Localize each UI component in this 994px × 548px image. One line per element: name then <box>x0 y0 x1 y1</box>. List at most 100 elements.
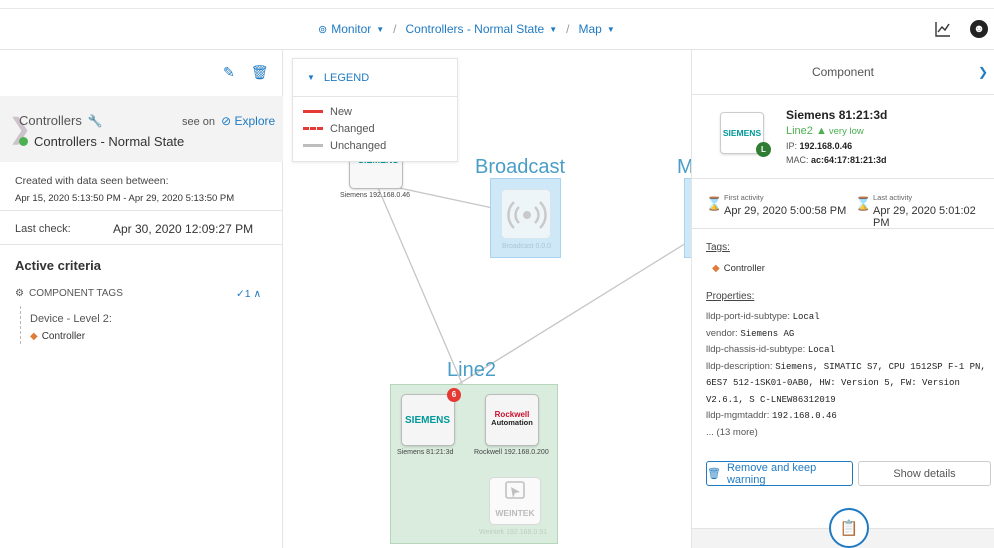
legend-item-new: New <box>293 103 457 120</box>
component-header: Component ❯ <box>692 50 994 95</box>
chart-icon[interactable] <box>934 20 952 38</box>
state-name-label: Controllers - Normal State <box>34 134 185 149</box>
breadcrumb-map-label: Map <box>578 22 602 36</box>
last-check-value: Apr 30, 2020 12:09:27 PM <box>113 222 254 236</box>
network-map[interactable]: M SIEMENS Siemens 192.168.0.46 Broadcast… <box>284 50 691 548</box>
explore-label: Explore <box>234 114 276 128</box>
legend-title: LEGEND <box>323 71 370 84</box>
edit-icon[interactable]: ✎ <box>223 64 235 81</box>
rockwell-logo-line2: Automation <box>491 418 533 427</box>
device-node-siemens-line2[interactable]: SIEMENS <box>401 394 455 446</box>
explore-link[interactable]: ⊘ Explore <box>221 114 275 128</box>
show-details-button[interactable]: Show details <box>858 461 991 486</box>
hmi-screen-icon <box>505 481 525 499</box>
property-row: lldp-description: Siemens, SIMATIC S7, C… <box>706 359 992 409</box>
component-zone: Line2 ▲ very low <box>786 125 864 137</box>
component-header-title: Component <box>811 65 875 79</box>
wrench-icon[interactable]: 🔧 <box>88 114 103 128</box>
zone-partial <box>684 178 691 258</box>
monitor-icon: ⊚ <box>318 23 328 36</box>
tags-count-toggle[interactable]: ✓1 ∧ <box>236 288 261 300</box>
criteria-tag: ◆ Controller <box>30 331 85 342</box>
rockwell-logo: Rockwell Automation <box>486 411 538 427</box>
property-value: Local <box>807 345 835 355</box>
component-tags-label: COMPONENT TAGS <box>28 288 123 299</box>
report-icon[interactable]: 📋 <box>829 508 869 548</box>
property-value: Local <box>792 312 820 322</box>
property-row: lldp-chassis-id-subtype: Local <box>706 342 992 359</box>
node-label: Broadcast 0.0.0 <box>502 243 552 250</box>
top-bar: ⊚ Monitor ▼ / Controllers - Normal State… <box>0 0 994 50</box>
property-key: vendor: <box>706 327 738 339</box>
zone-broadcast[interactable]: Broadcast 0.0.0 <box>490 178 561 258</box>
broadcast-icon <box>507 201 547 229</box>
risk-triangle-icon: ▲ <box>815 125 827 137</box>
property-row: lldp-mgmtaddr: 192.168.0.46 <box>706 408 992 425</box>
zone-line2[interactable]: SIEMENS 6 Siemens 81:21:3d Rockwell Auto… <box>390 384 558 544</box>
legend-item-changed: Changed <box>293 120 457 137</box>
breadcrumb-state[interactable]: Controllers - Normal State ▼ <box>406 22 558 36</box>
device-node-broadcast[interactable] <box>501 189 551 239</box>
component-tag: ◆ Controller <box>712 263 765 274</box>
chevron-right-icon[interactable]: ❯ <box>978 50 988 95</box>
more-properties-link[interactable]: ... (13 more) <box>706 425 992 442</box>
controllers-label: Controllers <box>19 113 82 128</box>
siemens-logo: SIEMENS <box>722 128 762 138</box>
first-activity-value: Apr 29, 2020 5:00:58 PM <box>724 205 847 217</box>
controllers-title: Controllers 🔧 <box>19 113 103 128</box>
property-row: vendor: Siemens AG <box>706 326 992 343</box>
device-node-rockwell[interactable]: Rockwell Automation <box>485 394 539 446</box>
breadcrumb-map[interactable]: Map ▼ <box>578 22 614 36</box>
divider <box>0 244 283 245</box>
component-tags-header[interactable]: ⚙ COMPONENT TAGS <box>15 288 123 299</box>
breadcrumb-monitor-label: Monitor <box>331 22 372 36</box>
legend-panel: ▼ LEGEND New Changed Unchanged <box>292 58 458 162</box>
created-range: Apr 15, 2020 5:13:50 PM - Apr 29, 2020 5… <box>15 193 235 204</box>
device-node-weintek[interactable]: WEINTEK <box>489 477 541 525</box>
zone-title-line2: Line2 <box>447 359 496 381</box>
chevron-down-icon: ▼ <box>307 73 315 82</box>
remove-button-label: Remove and keep warning <box>726 461 817 486</box>
controllers-box: ❯ Controllers 🔧 see on ⊘ Explore Controll… <box>0 96 283 162</box>
risk-level: very low <box>828 126 864 137</box>
breadcrumb-separator: / <box>393 22 397 36</box>
property-key: lldp-mgmtaddr: <box>706 410 770 421</box>
tags-label: Tags: <box>706 242 730 253</box>
chevron-down-icon: ▼ <box>549 24 558 34</box>
status-dot-icon <box>19 137 28 146</box>
property-row: lldp-port-id-subtype: Local <box>706 309 992 326</box>
legend-toggle[interactable]: ▼ LEGEND <box>293 59 457 97</box>
ip-label: IP: <box>786 141 798 151</box>
breadcrumb-monitor[interactable]: ⊚ Monitor ▼ <box>318 22 384 36</box>
divider <box>692 228 994 229</box>
chevron-down-icon: ▼ <box>376 24 385 34</box>
property-key: lldp-chassis-id-subtype: <box>706 344 806 355</box>
component-mac: MAC: ac:64:17:81:21:3d <box>786 155 887 165</box>
property-key: lldp-description: <box>706 360 773 372</box>
trash-icon[interactable]: 🗑 <box>251 64 269 81</box>
zone-title-broadcast: Broadcast <box>475 156 566 178</box>
criteria-connector <box>20 306 21 344</box>
remove-keep-warning-button[interactable]: 🗑 Remove and keep warning <box>706 461 853 486</box>
first-activity-label: First activity <box>724 193 764 202</box>
see-on-explore: see on ⊘ Explore <box>182 114 275 128</box>
zone-title-partial: M <box>677 156 691 178</box>
legend-swatch <box>303 144 323 147</box>
breadcrumb: ⊚ Monitor ▼ / Controllers - Normal State… <box>318 22 615 36</box>
divider <box>692 178 994 179</box>
tag-icon: ◆ <box>712 263 720 274</box>
property-value: Siemens AG <box>740 328 795 339</box>
node-label: Weintek 192.168.0.91 <box>479 529 547 536</box>
node-label: Rockwell 192.168.0.200 <box>474 449 549 456</box>
legend-label: Unchanged <box>330 139 387 152</box>
component-tag-label: Controller <box>723 263 765 274</box>
breadcrumb-state-label: Controllers - Normal State <box>405 22 545 36</box>
user-avatar-icon[interactable]: ☻ <box>970 20 988 38</box>
zone-link[interactable]: Line2 <box>786 125 813 137</box>
details-button-label: Show details <box>893 467 956 480</box>
gear-icon: ⚙ <box>15 288 24 299</box>
legend-label: New <box>330 105 353 118</box>
ip-value: 192.168.0.46 <box>799 141 853 151</box>
left-panel: ✎ 🗑 ❯ Controllers 🔧 see on ⊘ Explore Cont… <box>0 50 283 548</box>
mac-label: MAC: <box>786 155 809 165</box>
